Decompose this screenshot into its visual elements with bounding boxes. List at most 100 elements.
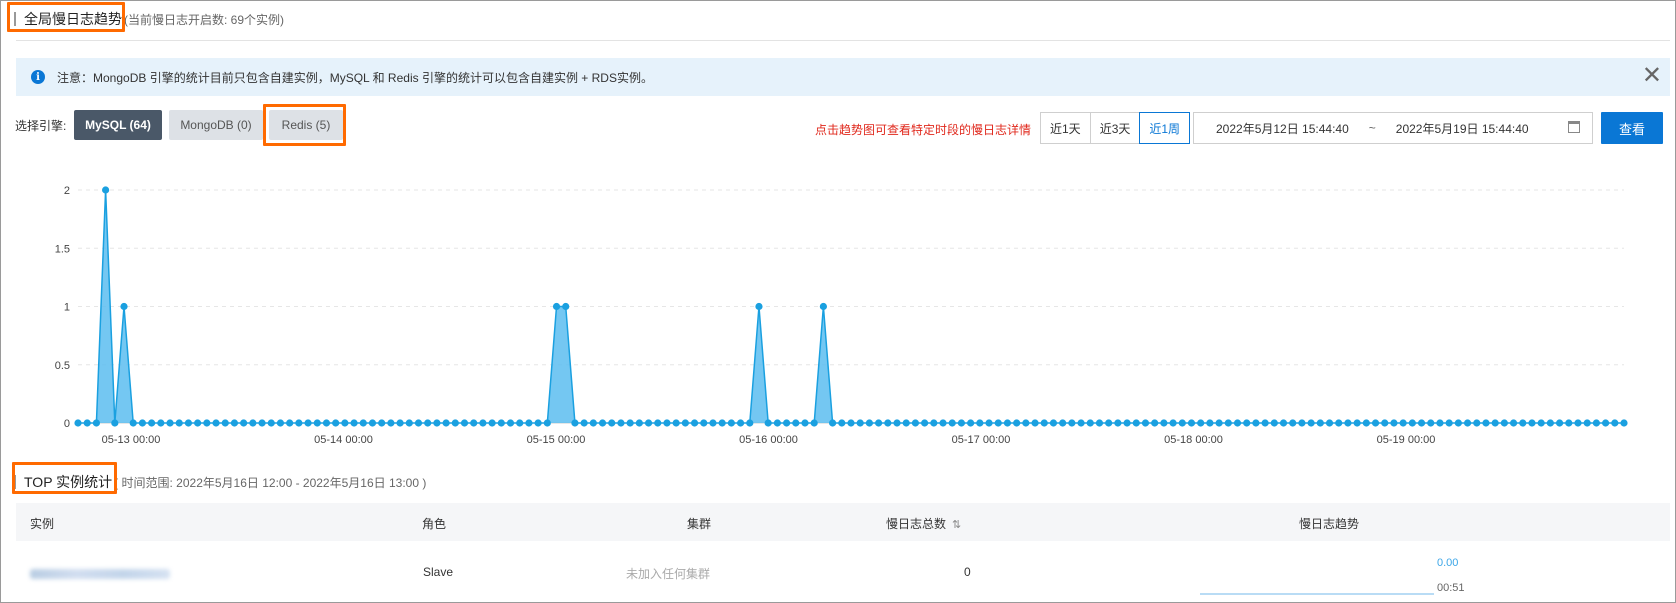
data-point[interactable] (1601, 419, 1610, 427)
data-point[interactable] (1151, 419, 1159, 427)
data-point[interactable] (1261, 419, 1269, 427)
data-point[interactable] (1555, 419, 1564, 427)
data-point[interactable] (129, 419, 137, 427)
data-point[interactable] (856, 419, 864, 427)
data-point[interactable] (424, 419, 432, 427)
data-point[interactable] (451, 419, 459, 427)
data-point[interactable] (230, 419, 239, 427)
data-point[interactable] (1031, 419, 1039, 427)
data-point[interactable] (1224, 419, 1232, 427)
data-point[interactable] (276, 419, 285, 427)
data-point[interactable] (138, 419, 147, 427)
data-point[interactable] (654, 419, 662, 427)
data-point[interactable] (1252, 419, 1260, 427)
data-point[interactable] (1592, 419, 1600, 427)
data-point[interactable] (1114, 419, 1122, 427)
sort-icon[interactable]: ⇅ (952, 518, 961, 531)
data-point[interactable] (838, 419, 846, 427)
data-point[interactable] (175, 419, 183, 427)
data-point[interactable] (976, 419, 984, 427)
data-point[interactable] (1362, 419, 1370, 427)
data-point[interactable] (663, 419, 671, 427)
data-point[interactable] (1077, 419, 1085, 427)
data-point[interactable] (332, 419, 340, 427)
data-point[interactable] (644, 419, 653, 427)
data-point[interactable] (1335, 419, 1343, 427)
data-point[interactable] (516, 419, 524, 427)
data-point[interactable] (83, 419, 91, 427)
data-point[interactable] (1178, 419, 1186, 427)
data-point[interactable] (1528, 419, 1536, 427)
range-1-day[interactable]: 近1天 (1041, 113, 1091, 143)
data-point[interactable] (322, 419, 331, 427)
data-point[interactable] (1381, 419, 1389, 427)
data-point[interactable] (911, 419, 920, 427)
data-point[interactable] (792, 419, 800, 427)
data-point[interactable] (120, 302, 128, 311)
data-point[interactable] (571, 419, 579, 427)
data-point[interactable] (286, 419, 294, 427)
data-point[interactable] (148, 419, 156, 427)
data-point[interactable] (764, 419, 772, 427)
data-point[interactable] (249, 419, 257, 427)
data-point[interactable] (1408, 419, 1416, 427)
data-point[interactable] (74, 419, 82, 427)
data-point[interactable] (1003, 419, 1012, 427)
data-point[interactable] (884, 419, 892, 427)
data-point[interactable] (1611, 419, 1619, 427)
data-point[interactable] (1482, 419, 1490, 427)
data-point[interactable] (212, 419, 220, 427)
data-point[interactable] (267, 419, 275, 427)
data-point[interactable] (313, 419, 321, 427)
data-point[interactable] (893, 419, 901, 427)
data-point[interactable] (1197, 419, 1205, 427)
data-point[interactable] (681, 419, 689, 427)
data-point[interactable] (1243, 419, 1251, 427)
data-point[interactable] (221, 419, 229, 427)
data-point[interactable] (727, 419, 735, 427)
data-point[interactable] (1537, 419, 1545, 427)
data-point[interactable] (1325, 419, 1334, 427)
data-point[interactable] (1565, 419, 1573, 427)
data-point[interactable] (1427, 419, 1435, 427)
data-point[interactable] (746, 419, 754, 427)
data-point[interactable] (1454, 419, 1462, 427)
data-point[interactable] (1473, 419, 1481, 427)
data-point[interactable] (1620, 419, 1628, 427)
data-point[interactable] (847, 419, 855, 427)
data-point[interactable] (967, 419, 975, 427)
data-point[interactable] (295, 419, 303, 427)
data-point[interactable] (1509, 419, 1518, 427)
data-point[interactable] (902, 419, 910, 427)
data-point[interactable] (525, 419, 533, 427)
data-point[interactable] (598, 419, 607, 427)
data-point[interactable] (240, 419, 248, 427)
instance-name-link[interactable] (30, 569, 170, 579)
data-point[interactable] (1279, 419, 1288, 427)
data-point[interactable] (718, 419, 726, 427)
data-point[interactable] (433, 419, 441, 427)
data-point[interactable] (1445, 419, 1453, 427)
column-total[interactable]: 慢日志总数 ⇅ (886, 515, 961, 532)
data-point[interactable] (589, 419, 597, 427)
data-point[interactable] (773, 419, 781, 427)
data-point[interactable] (1160, 419, 1168, 427)
data-point[interactable] (460, 419, 469, 427)
data-point[interactable] (957, 419, 966, 427)
data-point[interactable] (194, 419, 202, 427)
data-point[interactable] (635, 419, 643, 427)
data-point[interactable] (810, 419, 818, 427)
data-point[interactable] (102, 186, 110, 194)
close-icon[interactable]: ✕ (1642, 62, 1662, 90)
data-point[interactable] (1417, 419, 1426, 427)
data-point[interactable] (378, 419, 386, 427)
data-point[interactable] (157, 419, 165, 427)
data-point[interactable] (875, 419, 883, 427)
data-point[interactable] (690, 419, 699, 427)
data-point[interactable] (1187, 419, 1196, 427)
data-point[interactable] (1500, 419, 1508, 427)
range-1-week[interactable]: 近1周 (1139, 112, 1191, 144)
data-point[interactable] (479, 419, 487, 427)
data-point[interactable] (1298, 419, 1306, 427)
data-point[interactable] (368, 419, 377, 427)
